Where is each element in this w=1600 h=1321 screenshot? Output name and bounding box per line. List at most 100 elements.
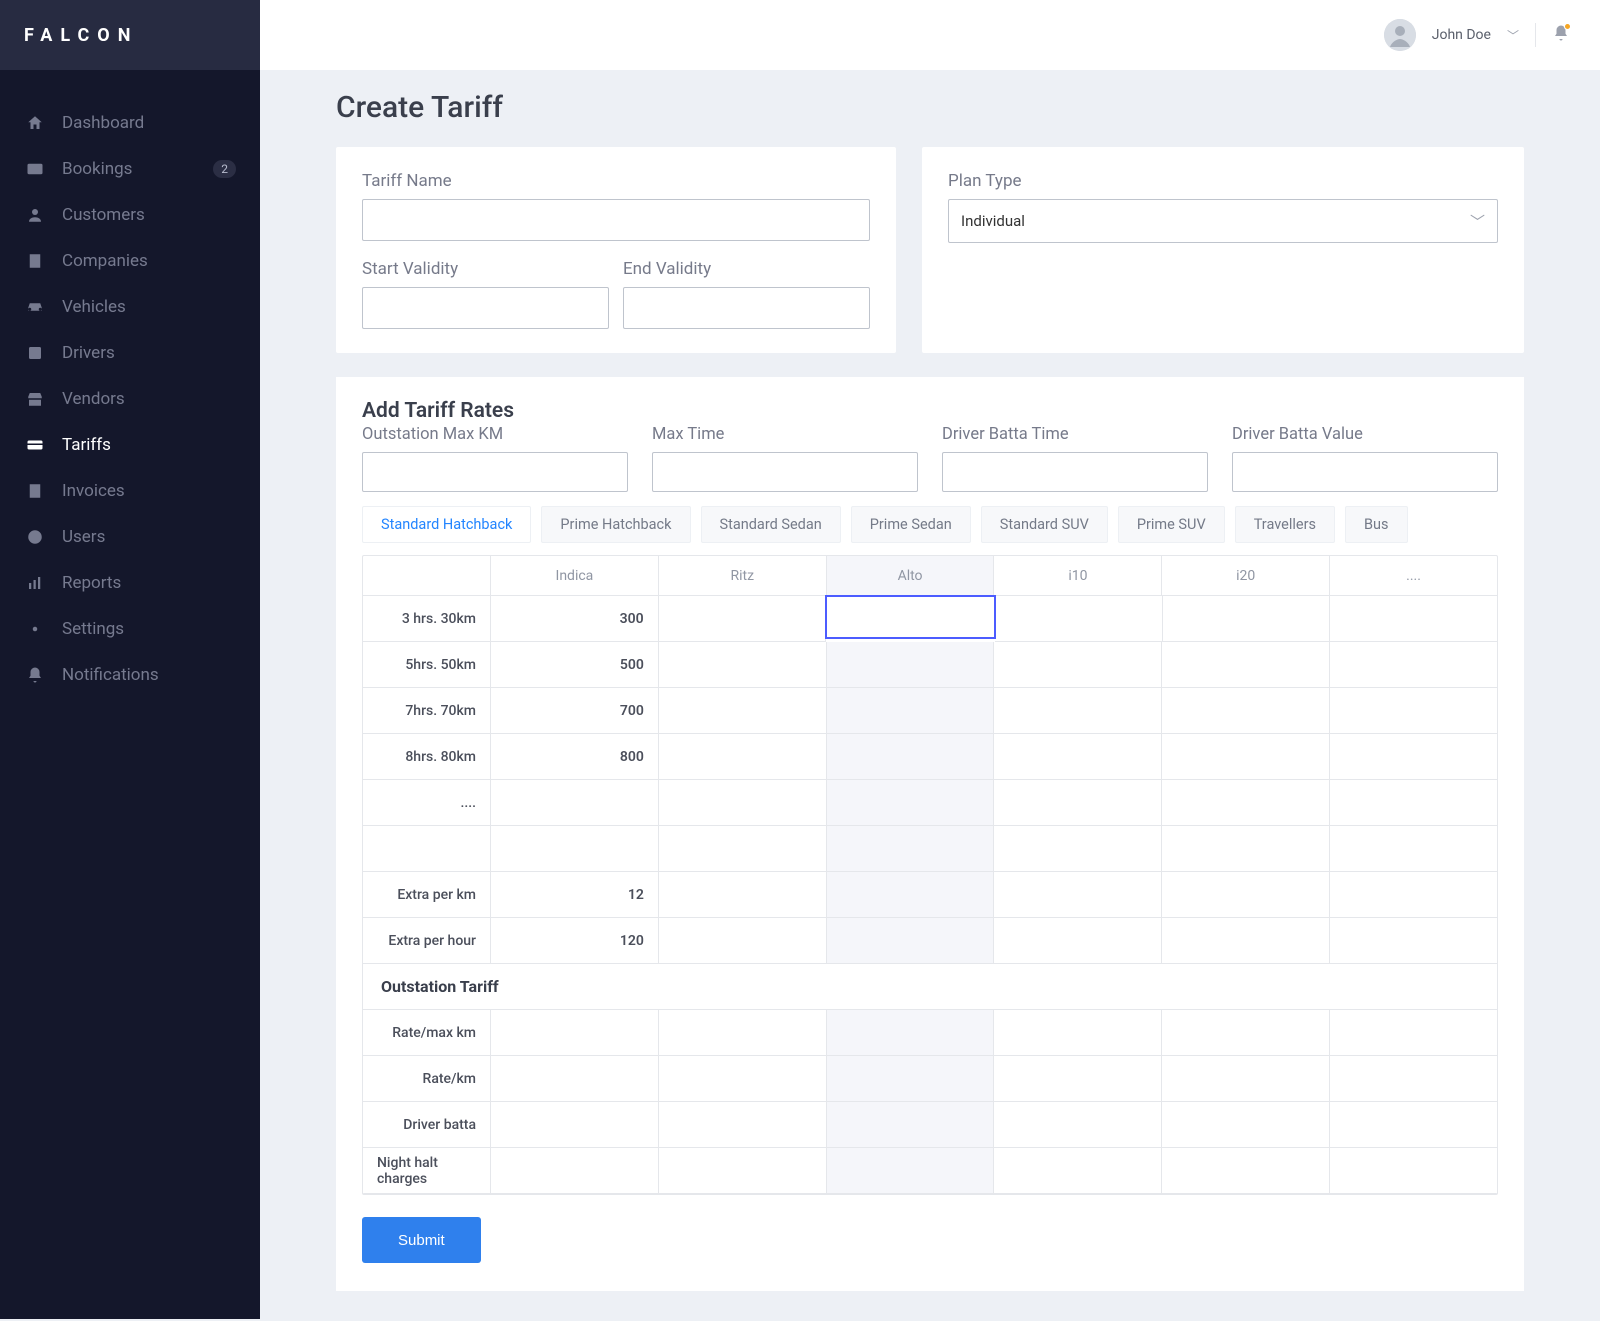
table-cell[interactable]	[1330, 780, 1497, 826]
table-cell[interactable]	[827, 918, 995, 964]
tariff-name-input[interactable]	[362, 199, 870, 241]
tab-prime-hatchback[interactable]: Prime Hatchback	[541, 506, 690, 543]
table-cell[interactable]	[1162, 688, 1330, 734]
table-cell[interactable]	[827, 872, 995, 918]
table-cell[interactable]	[994, 1056, 1162, 1102]
table-cell[interactable]	[827, 642, 995, 688]
table-cell[interactable]	[994, 688, 1162, 734]
table-cell[interactable]	[1162, 642, 1330, 688]
sidebar-item-dashboard[interactable]: Dashboard	[0, 100, 260, 146]
table-cell[interactable]	[827, 688, 995, 734]
end-validity-input[interactable]	[623, 287, 870, 329]
table-cell[interactable]	[994, 1010, 1162, 1056]
table-cell[interactable]	[1330, 1102, 1497, 1148]
table-cell[interactable]	[659, 918, 827, 964]
table-cell[interactable]	[994, 826, 1162, 872]
plan-type-select[interactable]: Individual ﹀	[948, 199, 1498, 243]
table-cell[interactable]	[994, 872, 1162, 918]
table-cell[interactable]	[1162, 872, 1330, 918]
batta-time-input[interactable]	[942, 452, 1208, 492]
outstation-km-input[interactable]	[362, 452, 628, 492]
table-cell[interactable]	[827, 780, 995, 826]
table-cell[interactable]	[1330, 1148, 1497, 1194]
table-cell[interactable]	[1162, 918, 1330, 964]
notifications-button[interactable]	[1552, 24, 1570, 46]
table-cell[interactable]	[1330, 734, 1497, 780]
table-cell[interactable]	[825, 595, 996, 639]
table-cell[interactable]	[1162, 1102, 1330, 1148]
table-cell[interactable]	[491, 826, 659, 872]
table-cell[interactable]	[1330, 1056, 1497, 1102]
table-cell[interactable]	[491, 1056, 659, 1102]
sidebar-item-companies[interactable]: Companies	[0, 238, 260, 284]
table-cell[interactable]	[659, 1102, 827, 1148]
table-cell[interactable]	[995, 596, 1163, 642]
table-cell[interactable]	[827, 1148, 995, 1194]
table-cell[interactable]	[659, 1056, 827, 1102]
table-cell[interactable]	[659, 734, 827, 780]
table-cell[interactable]	[994, 918, 1162, 964]
table-cell[interactable]	[1162, 1056, 1330, 1102]
table-cell[interactable]	[827, 826, 995, 872]
table-cell[interactable]	[491, 780, 659, 826]
table-cell[interactable]	[1162, 734, 1330, 780]
table-cell[interactable]: 700	[491, 688, 659, 734]
sidebar-item-invoices[interactable]: Invoices	[0, 468, 260, 514]
table-cell[interactable]	[659, 1148, 827, 1194]
tab-prime-sedan[interactable]: Prime Sedan	[851, 506, 971, 543]
table-cell[interactable]	[827, 734, 995, 780]
tab-standard-hatchback[interactable]: Standard Hatchback	[362, 506, 531, 543]
table-cell[interactable]	[1330, 642, 1497, 688]
table-cell[interactable]	[659, 1010, 827, 1056]
table-cell[interactable]	[827, 1056, 995, 1102]
table-cell[interactable]	[491, 1102, 659, 1148]
table-cell[interactable]	[994, 1148, 1162, 1194]
tab-standard-sedan[interactable]: Standard Sedan	[701, 506, 841, 543]
table-cell[interactable]	[827, 1010, 995, 1056]
tab-standard-suv[interactable]: Standard SUV	[981, 506, 1108, 543]
sidebar-item-drivers[interactable]: Drivers	[0, 330, 260, 376]
max-time-input[interactable]	[652, 452, 918, 492]
sidebar-item-tariffs[interactable]: Tariffs	[0, 422, 260, 468]
table-cell[interactable]: 800	[491, 734, 659, 780]
submit-button[interactable]: Submit	[362, 1217, 481, 1263]
sidebar-item-settings[interactable]: Settings	[0, 606, 260, 652]
table-cell[interactable]	[1162, 826, 1330, 872]
chevron-down-icon[interactable]: ﹀	[1507, 27, 1519, 44]
sidebar-item-users[interactable]: Users	[0, 514, 260, 560]
table-cell[interactable]	[1330, 596, 1497, 642]
table-cell[interactable]	[659, 688, 827, 734]
table-cell[interactable]: 500	[491, 642, 659, 688]
table-cell[interactable]	[994, 642, 1162, 688]
table-cell[interactable]	[1162, 1148, 1330, 1194]
table-cell[interactable]	[491, 1010, 659, 1056]
table-cell[interactable]	[994, 734, 1162, 780]
tab-travellers[interactable]: Travellers	[1235, 506, 1335, 543]
sidebar-item-customers[interactable]: Customers	[0, 192, 260, 238]
table-cell[interactable]	[994, 780, 1162, 826]
tab-prime-suv[interactable]: Prime SUV	[1118, 506, 1225, 543]
table-cell[interactable]: 300	[491, 596, 659, 642]
sidebar-item-notifications[interactable]: Notifications	[0, 652, 260, 698]
start-validity-input[interactable]	[362, 287, 609, 329]
table-cell[interactable]	[659, 780, 827, 826]
table-cell[interactable]	[1330, 826, 1497, 872]
table-cell[interactable]: 12	[491, 872, 659, 918]
sidebar-item-reports[interactable]: Reports	[0, 560, 260, 606]
table-cell[interactable]	[1163, 596, 1331, 642]
table-cell[interactable]	[659, 872, 827, 918]
table-cell[interactable]	[1330, 688, 1497, 734]
table-cell[interactable]	[1162, 1010, 1330, 1056]
avatar[interactable]	[1384, 19, 1416, 51]
table-cell[interactable]	[1330, 1010, 1497, 1056]
sidebar-item-vehicles[interactable]: Vehicles	[0, 284, 260, 330]
tab-bus[interactable]: Bus	[1345, 506, 1408, 543]
table-cell[interactable]	[491, 1148, 659, 1194]
table-cell[interactable]	[1330, 918, 1497, 964]
table-cell[interactable]	[994, 1102, 1162, 1148]
table-cell[interactable]: 120	[491, 918, 659, 964]
table-cell[interactable]	[659, 826, 827, 872]
table-cell[interactable]	[827, 1102, 995, 1148]
sidebar-item-vendors[interactable]: Vendors	[0, 376, 260, 422]
table-cell[interactable]	[659, 642, 827, 688]
